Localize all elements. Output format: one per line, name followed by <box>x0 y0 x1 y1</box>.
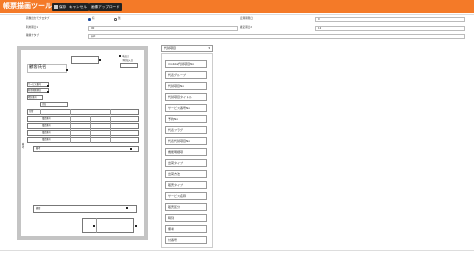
palette-item[interactable]: 出荷タイプ <box>165 159 207 167</box>
palette-item[interactable]: 販売タイプ <box>165 181 207 189</box>
palette-item[interactable]: サービス名称 <box>165 192 207 200</box>
form-field-date[interactable] <box>120 63 138 68</box>
radio-no-label: 無 <box>118 17 121 20</box>
form-marker <box>47 91 49 93</box>
setting-input-2[interactable]: 90 <box>88 26 238 31</box>
palette-item[interactable]: mobile代替項目No <box>165 60 207 68</box>
form-phone-label-4: 電話番号 <box>42 138 51 141</box>
form-field-service-label: サービス番号 <box>28 83 42 86</box>
form-cell-divider <box>110 116 111 143</box>
chevron-down-icon: ▾ <box>208 46 210 50</box>
footer-divider <box>0 250 474 251</box>
save-icon <box>54 4 58 9</box>
image-upload-button[interactable]: 画像アップロード <box>89 3 122 11</box>
form-marker <box>93 225 95 227</box>
palette-item[interactable]: 代表代替項目No <box>165 137 207 145</box>
form-bottom-label: 摘要 <box>36 207 41 210</box>
palette-item[interactable]: 備考 <box>165 225 207 233</box>
form-remarks-row[interactable] <box>33 146 139 152</box>
form-phone-label-3: 電話番号 <box>42 131 51 134</box>
palette-item[interactable]: 付番号 <box>165 236 207 244</box>
form-cell-divider <box>70 109 71 115</box>
palette-item[interactable]: 時刻 <box>165 214 207 222</box>
form-marker <box>99 59 101 61</box>
form-top-label-1: 申込日 <box>122 55 129 58</box>
form-cell-divider <box>70 116 71 143</box>
setting-label-right-1: 定期期限日 <box>240 17 253 20</box>
form-field-contract-label: 利用期限期日 <box>28 89 42 92</box>
form-field-area-label: 地区番号 <box>28 96 37 99</box>
field-type-select[interactable]: 代替項目 ▾ <box>161 45 213 52</box>
palette-item[interactable]: 予約No <box>165 115 207 123</box>
palette-item[interactable]: 機能明細項 <box>165 148 207 156</box>
form-cell-divider <box>90 116 91 143</box>
setting-label-right-2: 確定期日2 <box>240 26 253 29</box>
palette-item[interactable]: 代替項目No <box>165 82 207 90</box>
palette-item[interactable]: 代表グループ <box>165 71 207 79</box>
form-cell-divider <box>110 109 111 115</box>
form-bottom-row[interactable] <box>33 205 137 213</box>
form-cell-divider <box>40 109 41 115</box>
radio-yes[interactable] <box>88 18 91 21</box>
form-phone-label-1: 電話番号 <box>42 117 51 120</box>
radio-no[interactable] <box>114 18 117 21</box>
palette-item[interactable]: 代表フラグ <box>165 126 207 134</box>
form-marker <box>130 148 132 150</box>
app-title: 帳票描画ツール <box>3 2 52 10</box>
form-marker <box>47 85 49 87</box>
form-phone-label-2: 電話番号 <box>42 124 51 127</box>
form-stamp-box[interactable] <box>82 218 134 233</box>
setting-label-2: 利用期日1 <box>26 26 39 29</box>
form-field-top-box[interactable] <box>71 56 99 64</box>
form-marker <box>119 55 121 57</box>
save-button[interactable]: 保存 <box>52 3 69 11</box>
field-palette: mobile代替項目No 代表グループ 代替項目No 代替項目タイトル サービス… <box>161 53 213 248</box>
header-divider <box>0 14 474 15</box>
palette-item[interactable]: サービス番号No <box>165 104 207 112</box>
app-header: 帳票描画ツール 保存 キャンセル 画像アップロード <box>0 0 474 13</box>
form-field-a-label: 氏名 <box>42 103 47 106</box>
form-top-label-2: 予約加入日 <box>122 59 133 62</box>
form-name: 顧客氏名 <box>29 65 47 70</box>
setting-label-1: 画像出力モクロタブ <box>26 17 50 20</box>
palette-item[interactable]: 出荷方法 <box>165 170 207 178</box>
form-side-label: 備考 <box>22 143 25 149</box>
form-cell-divider <box>96 218 97 233</box>
form-marker <box>126 207 128 209</box>
palette-item[interactable]: 代替項目タイトル <box>165 93 207 101</box>
setting-input-right-1[interactable]: 0 <box>315 17 465 22</box>
palette-item[interactable]: 販売区分 <box>165 203 207 211</box>
form-marker <box>66 69 68 71</box>
form-marker <box>135 225 137 227</box>
radio-yes-label: 有 <box>92 17 95 20</box>
cancel-button[interactable]: キャンセル <box>67 3 89 11</box>
form-field-b-label: 住所 <box>29 110 34 113</box>
setting-label-3: 種類ナタブ <box>26 34 39 37</box>
form-remarks-label: 備考 <box>36 147 41 150</box>
form-field-b-row[interactable] <box>27 109 139 115</box>
setting-input-right-2[interactable]: 12 <box>315 26 465 31</box>
setting-input-3[interactable]: ppt <box>88 34 465 39</box>
